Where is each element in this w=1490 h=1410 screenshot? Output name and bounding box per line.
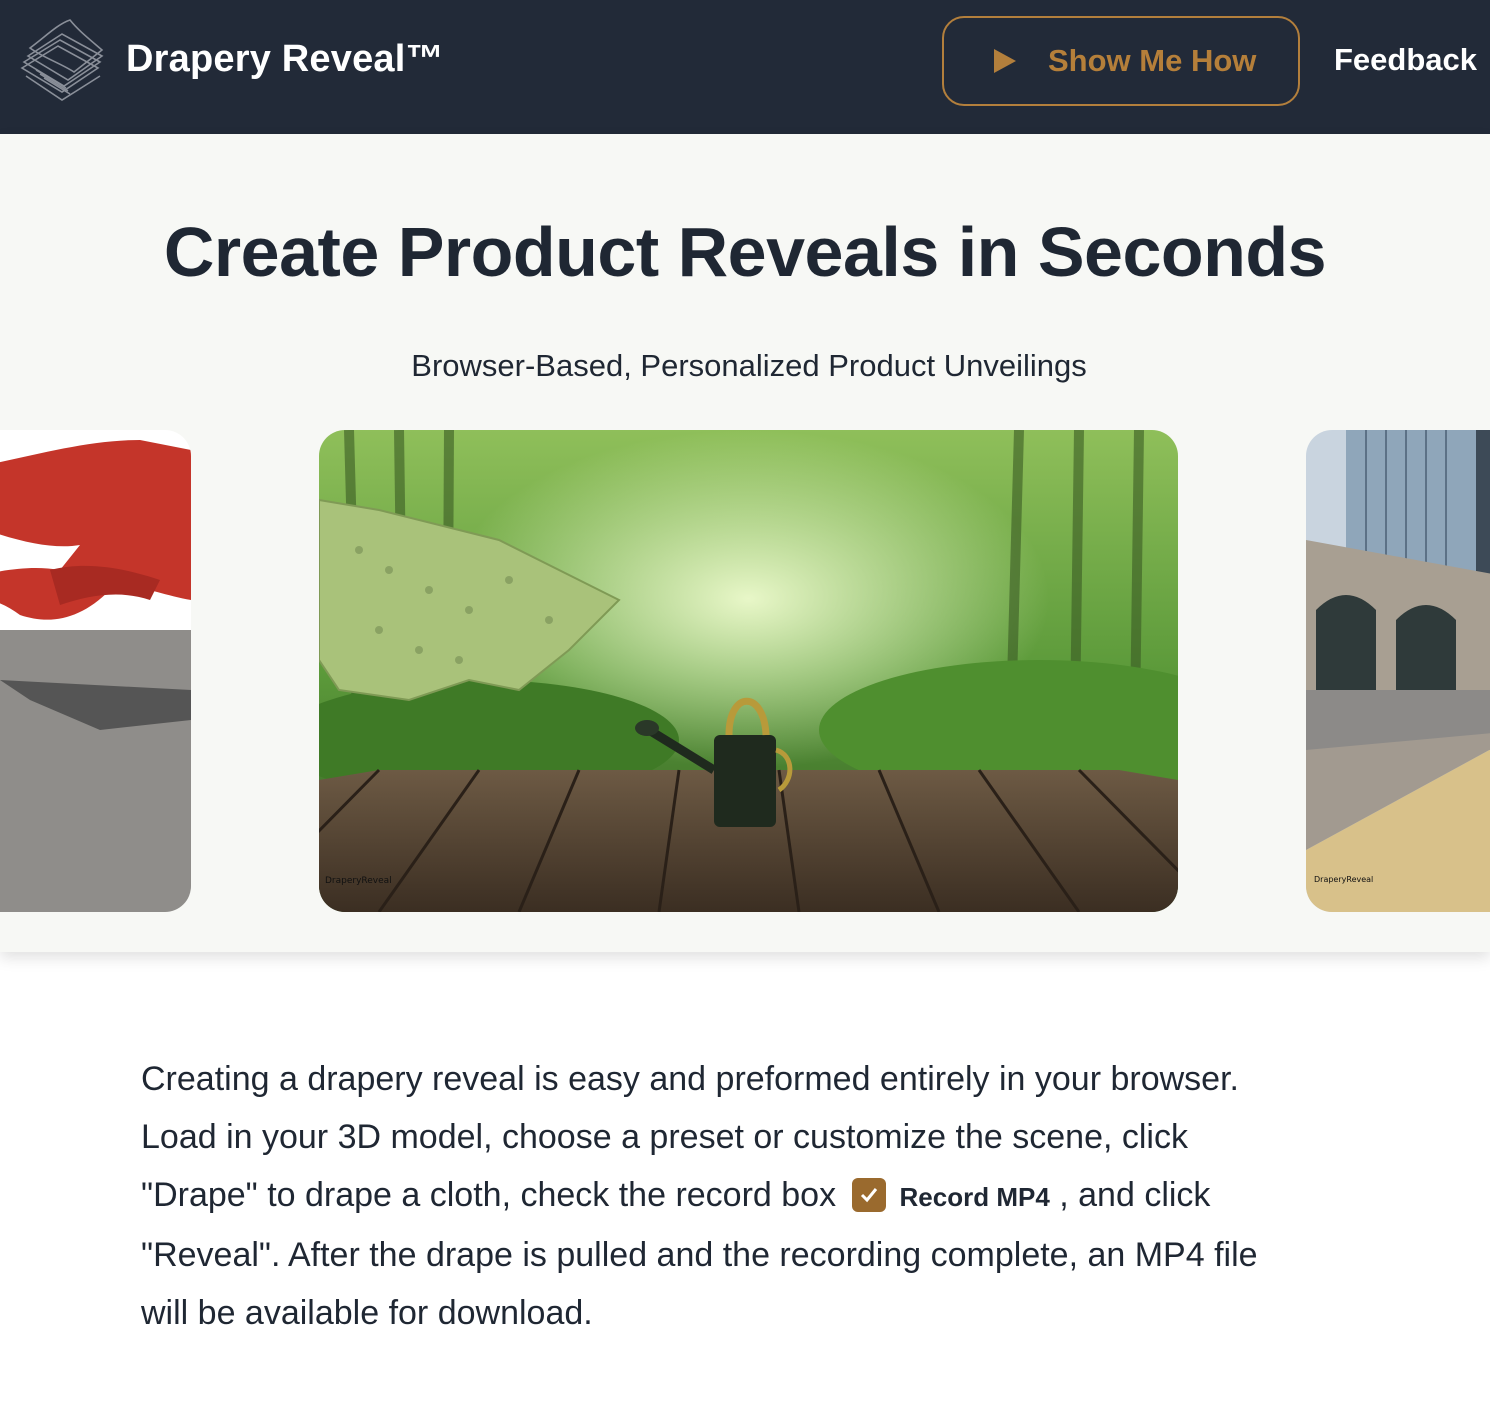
hero-subtitle: Browser-Based, Personalized Product Unve… xyxy=(411,348,1087,383)
carousel-slide-left[interactable] xyxy=(0,430,191,912)
check-icon xyxy=(860,1188,877,1203)
top-navbar: Drapery Reveal™ Show Me How Feedback xyxy=(0,0,1490,134)
carousel-slide-center[interactable]: DraperyReveal xyxy=(319,430,1178,912)
play-icon xyxy=(994,49,1016,73)
drapery-logo-icon[interactable] xyxy=(18,16,106,108)
carousel-slide-right[interactable]: DraperyReveal xyxy=(1306,430,1490,912)
hero-title: Create Product Reveals in Seconds xyxy=(163,213,1327,291)
record-checkbox[interactable] xyxy=(851,1178,886,1212)
intro-paragraph: Creating a drapery reveal is easy and pr… xyxy=(141,1050,1291,1342)
slide-watermark: DraperyReveal xyxy=(325,876,392,886)
feedback-link[interactable]: Feedback xyxy=(1334,42,1477,78)
brand-name[interactable]: Drapery Reveal™ xyxy=(126,38,444,81)
hero-section: Create Product Reveals in Seconds Browse… xyxy=(0,134,1490,952)
slide-watermark: DraperyReveal xyxy=(1314,875,1373,884)
show-me-how-button[interactable]: Show Me How xyxy=(942,16,1300,106)
record-mp4-label[interactable]: Record MP4 xyxy=(900,1182,1050,1212)
show-me-how-label: Show Me How xyxy=(1048,43,1257,78)
